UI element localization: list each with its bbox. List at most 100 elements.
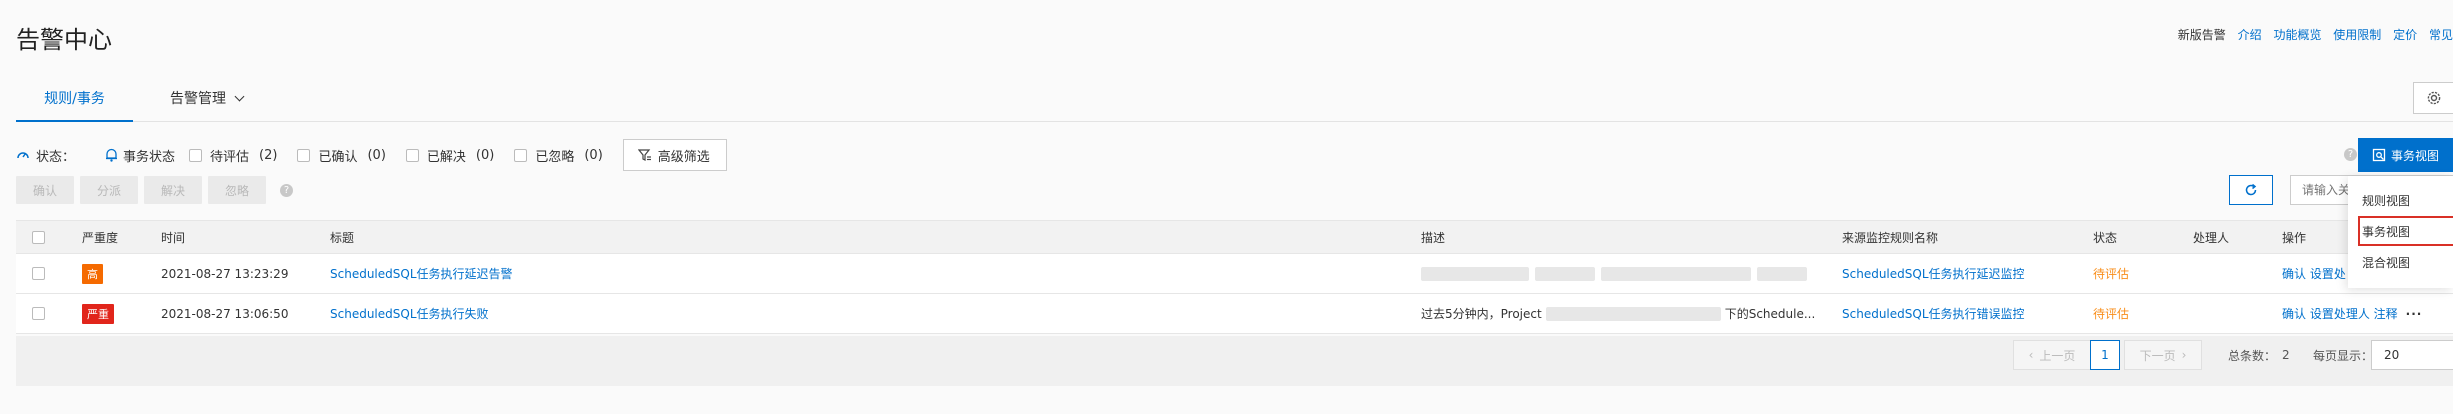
severity-badge: 严重 — [82, 303, 114, 324]
title-cell: ScheduledSQL任务执行失败 — [330, 294, 489, 333]
row-checkbox[interactable] — [32, 307, 45, 320]
link-new-alert[interactable]: 新版告警 — [2178, 28, 2226, 42]
filter-label: 待评估 — [210, 149, 250, 165]
next-page-label: 下一页 — [2139, 348, 2176, 363]
page-number-button[interactable]: 1 — [2090, 340, 2120, 370]
total-label: 总条数： — [2228, 348, 2277, 363]
settings-button[interactable] — [2413, 82, 2453, 114]
description-cell: 过去5分钟内，Project 下的Schedule... — [1421, 294, 1829, 333]
table-row: 严重 2021-08-27 13:06:50 ScheduledSQL任务执行失… — [16, 294, 2453, 334]
filter-label: 已解决 — [426, 149, 466, 165]
filter-count: (0) — [475, 147, 495, 163]
col-title: 标题 — [330, 230, 355, 245]
resolve-button[interactable]: 解决 — [144, 176, 202, 204]
menu-item-event-view[interactable]: 事务视图 — [2358, 216, 2453, 246]
time-cell: 2021-08-27 13:23:29 — [161, 266, 289, 281]
assign-button[interactable]: 分派 — [80, 176, 138, 204]
checkbox[interactable] — [297, 148, 311, 162]
link-faq[interactable]: 常见 — [2429, 28, 2453, 42]
link-limits[interactable]: 使用限制 — [2333, 28, 2381, 42]
source-rule-link[interactable]: ScheduledSQL任务执行错误监控 — [1842, 305, 2025, 322]
operations-cell: 确认 设置处理人 注释 ··· — [2282, 294, 2422, 333]
link-intro[interactable]: 介绍 — [2238, 28, 2262, 42]
page-title: 告警中心 — [16, 26, 112, 54]
filter-row: 状态： 事务状态 待评估 (2) 已确认 (0) 已解决 (0) 已忽略 (0) 高级筛… — [16, 139, 727, 171]
next-page-button[interactable]: 下一页 › — [2124, 340, 2202, 370]
tab-alert-management[interactable]: 告警管理 — [170, 82, 245, 122]
header-checkbox-cell — [32, 221, 53, 253]
row-checkbox-cell — [32, 294, 53, 333]
filter-count: (0) — [367, 147, 386, 163]
redacted-text — [1601, 266, 1751, 281]
gear-icon — [2427, 91, 2440, 105]
help-icon[interactable]: ? — [280, 183, 293, 197]
events-table: 严重度 时间 标题 描述 来源监控规则名称 状态 处理人 操作 高 2021-0… — [16, 220, 2453, 334]
filter-confirmed[interactable]: 已确认 (0) — [297, 146, 386, 165]
view-menu: 规则视图 事务视图 混合视图 — [2348, 176, 2453, 288]
total-value: 2 — [2282, 348, 2290, 362]
col-operations: 操作 — [2282, 230, 2307, 245]
link-overview[interactable]: 功能概览 — [2273, 28, 2321, 42]
severity-cell: 严重 — [82, 294, 114, 333]
filter-icon — [637, 149, 651, 161]
help-icon[interactable]: ? — [2344, 148, 2357, 161]
status-cell: 待评估 — [2093, 267, 2130, 281]
link-pricing[interactable]: 定价 — [2393, 28, 2417, 42]
description-start: 过去5分钟内，Project — [1421, 307, 1542, 321]
prev-page-button[interactable]: ‹ 上一页 — [2013, 340, 2091, 370]
tabs-bar: 规则/事务 告警管理 — [16, 82, 2453, 122]
select-all-checkbox[interactable] — [32, 230, 45, 244]
title-cell: ScheduledSQL任务执行延迟告警 — [330, 254, 513, 293]
tab-label: 告警管理 — [170, 91, 226, 107]
confirm-button[interactable]: 确认 — [16, 176, 74, 204]
checkbox[interactable] — [189, 148, 203, 162]
redacted-text — [1757, 266, 1807, 281]
checkbox[interactable] — [514, 148, 528, 162]
page-size-label: 每页显示： — [2313, 348, 2374, 363]
description-end: 下的Schedule... — [1724, 307, 1816, 321]
filter-pending[interactable]: 待评估 (2) — [189, 146, 277, 165]
col-source-rule: 来源监控规则名称 — [1842, 230, 1939, 245]
event-view-icon — [2372, 148, 2386, 162]
tab-rules-events[interactable]: 规则/事务 — [16, 82, 133, 122]
time-cell: 2021-08-27 13:06:50 — [161, 306, 289, 321]
filter-resolved[interactable]: 已解决 (0) — [405, 146, 495, 165]
more-icon[interactable]: ··· — [2406, 307, 2423, 321]
gauge-icon — [17, 152, 29, 159]
page-size-select[interactable]: 20 — [2371, 340, 2453, 370]
filter-ignored[interactable]: 已忽略 (0) — [514, 146, 603, 165]
col-description: 描述 — [1421, 230, 1446, 245]
severity-badge: 高 — [82, 263, 103, 284]
redacted-text — [1421, 266, 1529, 281]
event-title-link[interactable]: ScheduledSQL任务执行失败 — [330, 305, 489, 322]
row-operations-links[interactable]: 确认 设置处 — [2282, 265, 2346, 282]
filter-count: (0) — [584, 147, 603, 163]
advanced-filter-label: 高级筛选 — [657, 149, 710, 165]
bulk-actions: 确认 分派 解决 忽略 ? — [16, 176, 293, 204]
col-status: 状态 — [2093, 230, 2118, 245]
row-operations-links[interactable]: 确认 设置处理人 注释 — [2282, 305, 2398, 322]
bell-icon — [106, 148, 118, 162]
source-rule-link[interactable]: ScheduledSQL任务执行延迟监控 — [1842, 265, 2025, 282]
view-switch-button[interactable]: 事务视图 — [2358, 138, 2453, 172]
refresh-icon — [2245, 183, 2257, 196]
chevron-down-icon — [234, 91, 245, 102]
ignore-button[interactable]: 忽略 — [208, 176, 266, 204]
advanced-filter-button[interactable]: 高级筛选 — [622, 139, 727, 171]
menu-item-mixed-view[interactable]: 混合视图 — [2348, 247, 2453, 277]
menu-item-rule-view[interactable]: 规则视图 — [2348, 185, 2453, 215]
table-header: 严重度 时间 标题 描述 来源监控规则名称 状态 处理人 操作 — [16, 220, 2453, 254]
status-cell: 待评估 — [2093, 307, 2130, 321]
operations-cell: 确认 设置处 — [2282, 254, 2346, 293]
chevron-left-icon: ‹ — [2028, 348, 2034, 362]
refresh-button[interactable] — [2229, 175, 2273, 205]
col-severity: 严重度 — [82, 230, 119, 245]
redacted-text — [1545, 306, 1721, 321]
description-cell — [1421, 254, 1829, 293]
filter-count: (2) — [259, 147, 278, 163]
checkbox[interactable] — [405, 148, 419, 162]
redacted-text — [1535, 266, 1595, 281]
col-handler: 处理人 — [2193, 230, 2230, 245]
event-title-link[interactable]: ScheduledSQL任务执行延迟告警 — [330, 265, 513, 282]
row-checkbox[interactable] — [32, 267, 45, 280]
